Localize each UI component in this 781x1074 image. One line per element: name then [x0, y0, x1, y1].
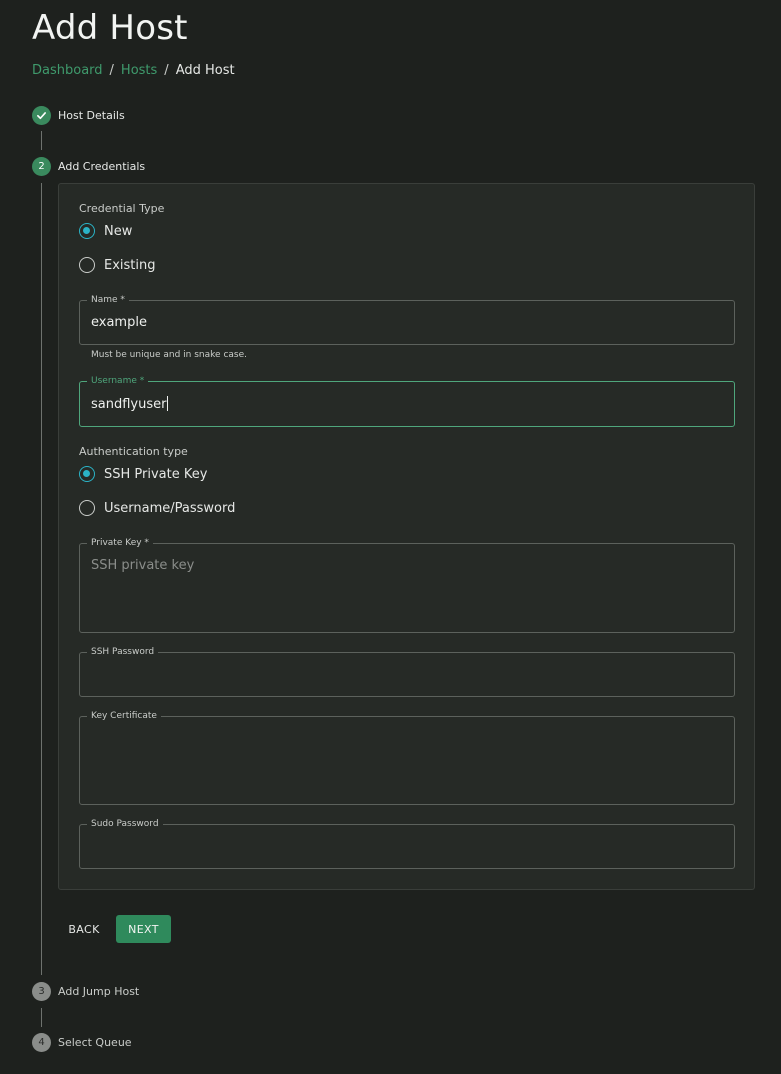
private-key-placeholder: SSH private key: [91, 558, 195, 573]
private-key-label: Private Key *: [87, 537, 153, 549]
step-connector: [41, 1008, 42, 1027]
name-field[interactable]: Name * example: [79, 294, 735, 345]
step-number-badge: 2: [32, 157, 51, 176]
name-helper-text: Must be unique and in snake case.: [91, 350, 247, 360]
page-title: Add Host: [32, 8, 188, 48]
check-icon: [32, 106, 51, 125]
text-cursor: [167, 396, 169, 411]
step-label: Add Credentials: [58, 160, 146, 173]
radio-credential-existing[interactable]: Existing: [79, 257, 156, 273]
username-field[interactable]: Username * sandflyuser: [79, 375, 735, 427]
credential-type-label: Credential Type: [79, 202, 165, 215]
breadcrumb-separator: /: [164, 63, 169, 78]
radio-button[interactable]: [79, 257, 95, 273]
step-number-badge: 3: [32, 982, 51, 1001]
step-add-jump-host[interactable]: 3 Add Jump Host: [32, 982, 139, 1001]
breadcrumb-separator: /: [109, 63, 114, 78]
ssh-password-field[interactable]: SSH Password: [79, 646, 735, 697]
key-certificate-textarea[interactable]: Key Certificate: [79, 710, 735, 805]
radio-label: Username/Password: [104, 500, 236, 516]
radio-button-checked[interactable]: [79, 223, 95, 239]
breadcrumb-link-dashboard[interactable]: Dashboard: [32, 63, 103, 78]
credentials-form-card: Credential Type New Existing Name * exam…: [58, 183, 755, 890]
breadcrumb-current: Add Host: [175, 63, 235, 78]
ssh-password-label: SSH Password: [87, 646, 159, 658]
username-input-value[interactable]: sandflyuser: [91, 396, 169, 412]
key-certificate-label: Key Certificate: [87, 710, 161, 722]
radio-label: Existing: [104, 257, 156, 273]
step-select-queue[interactable]: 4 Select Queue: [32, 1033, 132, 1052]
name-field-label: Name *: [87, 294, 129, 306]
breadcrumb-link-hosts[interactable]: Hosts: [121, 63, 157, 78]
auth-type-label: Authentication type: [79, 445, 188, 458]
step-connector: [41, 183, 42, 975]
radio-auth-username-password[interactable]: Username/Password: [79, 500, 235, 516]
step-host-details[interactable]: Host Details: [32, 106, 125, 125]
radio-auth-ssh-key[interactable]: SSH Private Key: [79, 466, 207, 482]
step-add-credentials[interactable]: 2 Add Credentials: [32, 157, 145, 176]
username-field-label: Username *: [87, 375, 149, 387]
name-input-value[interactable]: example: [91, 315, 147, 330]
radio-credential-new[interactable]: New: [79, 223, 132, 239]
private-key-textarea[interactable]: Private Key * SSH private key: [79, 537, 735, 633]
back-button[interactable]: BACK: [62, 915, 106, 943]
username-text: sandflyuser: [91, 397, 167, 412]
sudo-password-field[interactable]: Sudo Password: [79, 818, 735, 869]
sudo-password-label: Sudo Password: [87, 818, 163, 830]
step-number-badge: 4: [32, 1033, 51, 1052]
breadcrumb: Dashboard / Hosts / Add Host: [32, 63, 235, 78]
step-label: Host Details: [58, 109, 125, 122]
step-connector: [41, 131, 42, 150]
step-label: Select Queue: [58, 1036, 132, 1049]
radio-label: SSH Private Key: [104, 466, 208, 482]
next-button[interactable]: NEXT: [116, 915, 171, 943]
radio-label: New: [104, 223, 133, 239]
radio-button-checked[interactable]: [79, 466, 95, 482]
step-label: Add Jump Host: [58, 985, 140, 998]
radio-button[interactable]: [79, 500, 95, 516]
